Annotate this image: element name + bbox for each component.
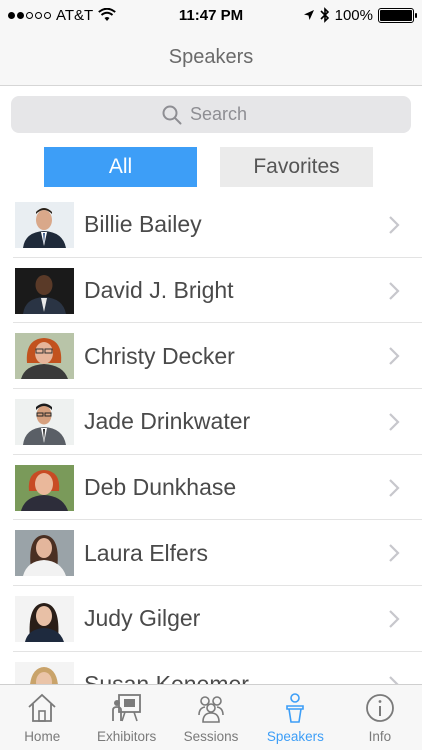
speaker-avatar	[15, 333, 74, 380]
carrier-label: AT&T	[56, 6, 94, 24]
speaker-avatar	[15, 464, 74, 511]
tab-label: Home	[24, 729, 61, 744]
speaker-row[interactable]: Christy Decker	[0, 323, 422, 389]
sessions-icon	[198, 696, 224, 723]
speaker-row[interactable]: Laura Elfers	[0, 520, 422, 586]
speaker-name: David J. Bright	[84, 277, 234, 304]
battery-icon	[378, 7, 417, 23]
location-arrow-icon	[303, 10, 314, 20]
speaker-row[interactable]: Deb Dunkhase	[0, 455, 422, 521]
speaker-name: Laura Elfers	[84, 539, 209, 566]
chevron-right-icon	[389, 675, 399, 684]
segment-all[interactable]: All	[44, 147, 197, 187]
chevron-right-icon	[389, 610, 400, 628]
home-icon	[28, 693, 56, 722]
status-right: 100%	[303, 6, 417, 24]
tab-speakers[interactable]: Speakers	[253, 685, 337, 750]
speaker-avatar	[15, 398, 74, 445]
status-left: AT&T	[8, 6, 117, 24]
speaker-name: Judy Gilger	[84, 605, 201, 632]
navigation-bar: Speakers	[0, 30, 422, 86]
speaker-name: Christy Decker	[84, 342, 235, 369]
speaker-avatar	[15, 595, 74, 642]
bluetooth-icon	[320, 7, 329, 23]
segment-favorites[interactable]: Favorites	[220, 147, 373, 187]
chevron-right-icon	[389, 413, 400, 431]
speaker-name: Billie Bailey	[84, 211, 202, 238]
search-bar[interactable]	[11, 96, 411, 133]
status-time: 11:47 PM	[178, 6, 244, 24]
wifi-icon	[98, 8, 117, 21]
tab-label: Exhibitors	[96, 729, 157, 744]
speaker-row[interactable]: Susan Kenemer	[0, 652, 422, 684]
search-icon	[162, 105, 182, 124]
search-input[interactable]	[190, 104, 260, 125]
tab-label: Speakers	[266, 729, 324, 744]
tab-label: Info	[368, 729, 392, 744]
info-icon	[365, 694, 394, 722]
speaker-avatar	[15, 201, 74, 248]
speaker-avatar	[15, 530, 74, 577]
speakers-icon	[286, 693, 305, 723]
speaker-row[interactable]: Judy Gilger	[0, 586, 422, 652]
speaker-name: Deb Dunkhase	[84, 474, 237, 501]
tab-exhibitors[interactable]: Exhibitors	[84, 685, 168, 750]
exhibitors-icon	[111, 694, 141, 722]
tab-bar: Home Exhibitors Sessions Speakers Info	[0, 684, 422, 750]
chevron-right-icon	[389, 544, 400, 563]
speaker-row[interactable]: David J. Bright	[0, 258, 422, 324]
signal-strength-icon	[8, 11, 51, 19]
page-title: Speakers	[168, 46, 254, 68]
search-container	[0, 87, 422, 141]
tab-sessions[interactable]: Sessions	[169, 685, 253, 750]
speaker-row[interactable]: Jade Drinkwater	[0, 389, 422, 455]
chevron-right-icon	[389, 478, 400, 497]
chevron-right-icon	[389, 281, 400, 300]
speaker-avatar	[15, 661, 74, 684]
speaker-list: Billie Bailey David J. Bright Christy De…	[0, 192, 422, 684]
speaker-name: Susan Kenemer	[84, 671, 249, 684]
status-bar: AT&T 11:47 PM 100%	[0, 0, 422, 30]
speaker-name: Jade Drinkwater	[84, 408, 251, 435]
speaker-avatar	[15, 267, 74, 314]
tab-home[interactable]: Home	[0, 685, 84, 750]
segmented-control: All Favorites	[0, 147, 422, 187]
tab-label: Sessions	[183, 729, 239, 744]
chevron-right-icon	[389, 216, 400, 234]
battery-percent: 100%	[334, 6, 373, 24]
speaker-row[interactable]: Billie Bailey	[0, 192, 422, 258]
tab-info[interactable]: Info	[338, 685, 422, 750]
chevron-right-icon	[389, 347, 400, 365]
